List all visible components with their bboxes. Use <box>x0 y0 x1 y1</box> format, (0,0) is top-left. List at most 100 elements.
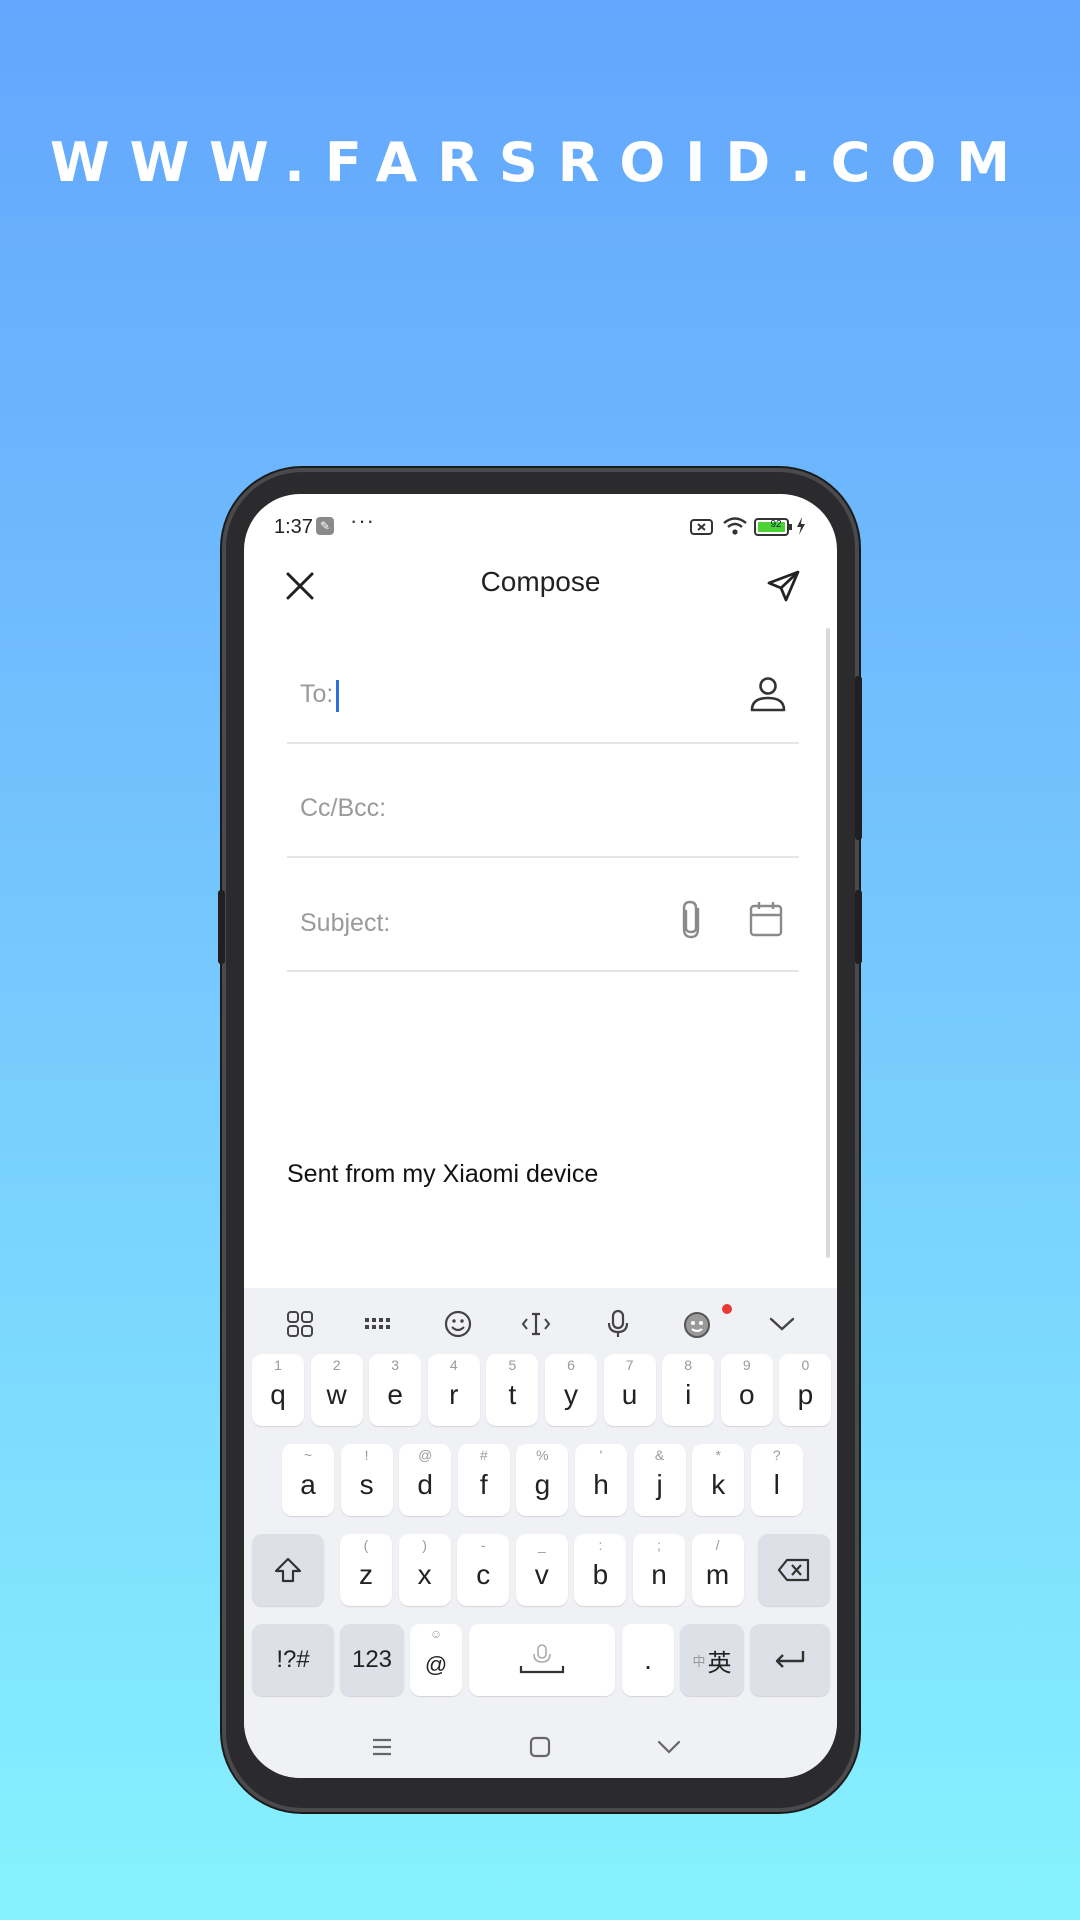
key-p[interactable]: 0p <box>779 1354 832 1426</box>
key-c[interactable]: -c <box>457 1534 510 1606</box>
to-field[interactable]: To: <box>287 664 799 734</box>
key-b[interactable]: :b <box>574 1534 627 1606</box>
key-label: d <box>417 1469 433 1500</box>
key-g[interactable]: % g <box>516 1444 569 1516</box>
emoji-icon[interactable] <box>436 1302 480 1346</box>
divider <box>287 856 799 858</box>
scrollbar[interactable] <box>826 628 830 1258</box>
key-m[interactable]: / m <box>691 1534 744 1606</box>
numbers-key[interactable]: 123 <box>340 1624 404 1696</box>
key-u[interactable]: 7u <box>603 1354 656 1426</box>
symbols-key[interactable]: !?# <box>252 1624 334 1696</box>
power-button <box>855 890 862 964</box>
battery-level: 92 <box>770 519 782 530</box>
key-label: e <box>387 1379 403 1410</box>
key-y[interactable]: 6y <box>545 1354 597 1426</box>
send-icon[interactable] <box>766 568 802 609</box>
subject-field[interactable]: Subject: <box>287 889 667 959</box>
key-x[interactable]: ) x <box>398 1534 451 1606</box>
key-a[interactable]: ~ a <box>282 1444 334 1516</box>
apps-grid-icon[interactable] <box>278 1302 322 1346</box>
key-h[interactable]: ' h <box>575 1444 627 1516</box>
key-label: m <box>705 1559 730 1590</box>
key-label: q <box>270 1379 286 1410</box>
symbols-key-label: !?# <box>276 1646 310 1673</box>
key-r[interactable]: 4r <box>427 1354 480 1426</box>
key-w[interactable]: 2w <box>310 1354 363 1426</box>
keyboard-layout-icon[interactable] <box>356 1302 400 1346</box>
key-o[interactable]: 9o <box>720 1354 773 1426</box>
key-hint: 1 <box>274 1357 282 1373</box>
key-hint: & <box>654 1447 665 1463</box>
key-label: p <box>797 1379 814 1410</box>
key-k[interactable]: * k <box>692 1444 745 1516</box>
key-label: o <box>739 1379 755 1410</box>
numbers-key-label: 123 <box>351 1646 393 1673</box>
key-n[interactable]: ; n <box>633 1534 685 1606</box>
key-label: z <box>359 1559 373 1590</box>
key-d[interactable]: @ d <box>399 1444 452 1516</box>
key-hint: % <box>536 1447 549 1463</box>
microphone-icon[interactable] <box>596 1302 640 1346</box>
key-hint: _ <box>537 1537 546 1553</box>
navigation-bar <box>244 1724 837 1778</box>
lang-english-label: 英 <box>707 1649 732 1677</box>
subject-label: Subject: <box>300 909 391 937</box>
language-switch-key[interactable]: 中英 <box>680 1624 744 1696</box>
key-z[interactable]: (z <box>340 1534 392 1606</box>
key-f[interactable]: # f <box>457 1444 510 1516</box>
key-v[interactable]: _ v <box>515 1534 568 1606</box>
key-hint: * <box>715 1447 721 1463</box>
ccbcc-field[interactable]: Cc/Bcc: <box>287 774 799 844</box>
home-icon[interactable] <box>528 1736 552 1763</box>
key-hint: ; <box>657 1537 661 1553</box>
charging-icon <box>796 516 806 541</box>
enter-key[interactable] <box>750 1624 830 1696</box>
key-hint: ! <box>364 1447 369 1463</box>
key-q[interactable]: 1q <box>252 1354 304 1426</box>
back-chevron-icon[interactable] <box>656 1738 682 1761</box>
period-key[interactable]: . <box>622 1624 674 1696</box>
key-label: v <box>534 1559 549 1590</box>
key-hint: ? <box>772 1447 781 1463</box>
key-j[interactable]: & j <box>633 1444 686 1516</box>
period-key-label: . <box>644 1644 652 1675</box>
text-cursor-icon[interactable] <box>514 1302 558 1346</box>
key-hint: @ <box>418 1447 433 1463</box>
key-hint: 5 <box>508 1357 517 1373</box>
sim-off-icon <box>690 518 714 541</box>
shift-key[interactable] <box>252 1534 324 1606</box>
ccbcc-label: Cc/Bcc: <box>300 794 387 822</box>
key-label: a <box>300 1469 316 1500</box>
key-s[interactable]: ! s <box>340 1444 393 1516</box>
key-hint: ) <box>422 1537 427 1553</box>
keyboard-skin-icon[interactable] <box>676 1302 720 1346</box>
contact-picker-icon[interactable] <box>748 674 788 719</box>
at-key[interactable]: ☺ @ <box>410 1624 462 1696</box>
backspace-key[interactable] <box>758 1534 830 1606</box>
key-label: r <box>449 1379 459 1410</box>
key-hint: ' <box>599 1447 603 1463</box>
menu-icon[interactable] <box>370 1736 394 1763</box>
key-hint: : <box>598 1537 603 1553</box>
key-label: g <box>534 1469 551 1500</box>
emoji-hint: ☺ <box>429 1627 443 1641</box>
key-label: t <box>508 1379 517 1410</box>
key-label: u <box>621 1379 638 1410</box>
key-i[interactable]: 8i <box>662 1354 715 1426</box>
key-label: b <box>592 1559 609 1590</box>
attachment-icon[interactable] <box>676 899 708 946</box>
text-caret <box>336 680 339 712</box>
key-t[interactable]: 5t <box>486 1354 539 1426</box>
key-hint: 3 <box>391 1357 400 1373</box>
status-time: 1:37 <box>274 516 313 538</box>
key-l[interactable]: ? l <box>750 1444 803 1516</box>
email-signature[interactable]: Sent from my Xiaomi device <box>287 1160 598 1189</box>
key-label: f <box>479 1469 488 1500</box>
key-e[interactable]: 3e <box>369 1354 422 1426</box>
space-key[interactable] <box>469 1624 615 1696</box>
key-hint: 4 <box>449 1357 458 1373</box>
chevron-down-icon[interactable] <box>760 1302 804 1346</box>
key-hint: - <box>480 1537 486 1553</box>
calendar-icon[interactable] <box>748 900 784 943</box>
